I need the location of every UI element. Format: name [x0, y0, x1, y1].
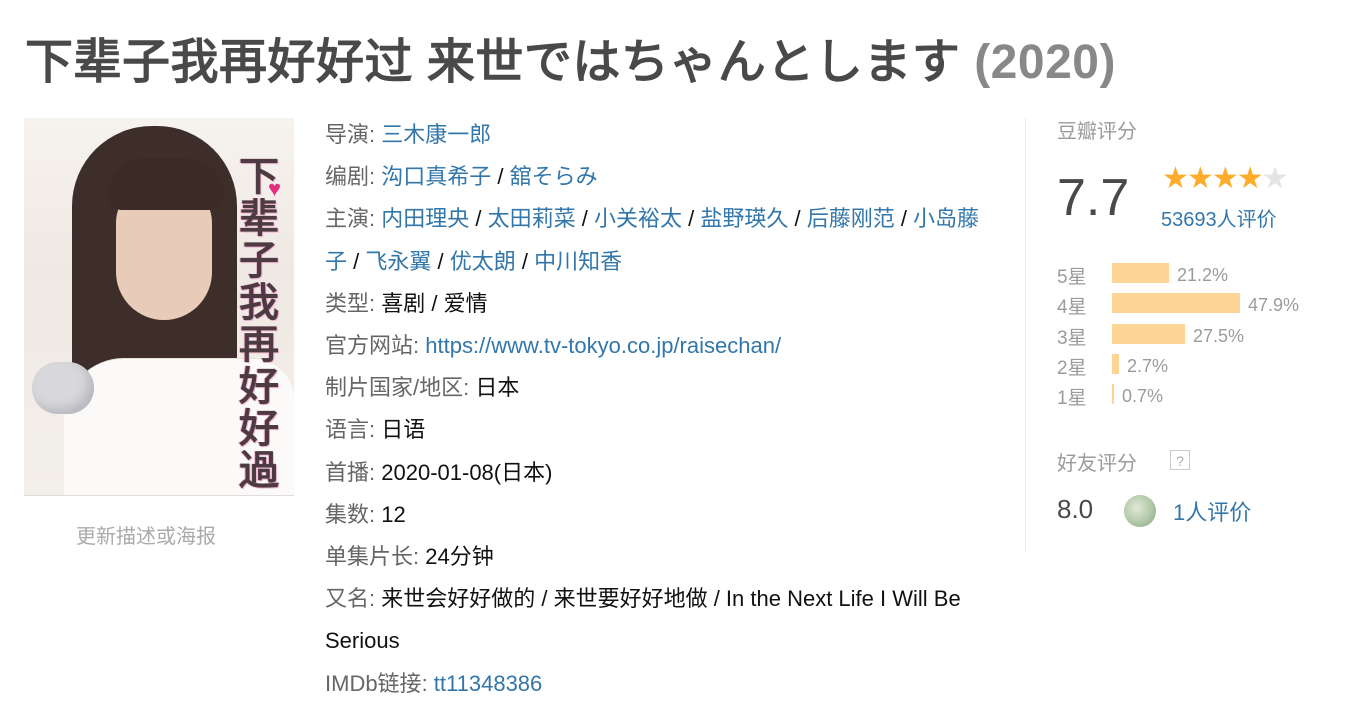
- distribution-bar: [1112, 353, 1119, 374]
- page-title: 下辈子我再好好过 来世ではちゃんとします (2020): [25, 22, 1116, 92]
- release-year: (2020): [974, 36, 1116, 89]
- rating-votes-link[interactable]: 53693人评价: [1161, 203, 1277, 232]
- writer-link[interactable]: 舘そらみ: [510, 164, 598, 189]
- site-label: 官方网站: [325, 333, 414, 359]
- runtime-value: 24分钟: [425, 544, 494, 570]
- poster-title-art: 下辈子我再好好過: [239, 155, 279, 493]
- episodes-label: 集数: [325, 501, 370, 527]
- aka-label: 又名: [325, 586, 370, 612]
- star-full-icon: ★: [1236, 162, 1264, 195]
- friends-rating-label: 好友评分: [1057, 453, 1137, 475]
- cast-link[interactable]: 太田莉菜: [488, 206, 576, 231]
- help-icon[interactable]: ?: [1170, 450, 1190, 470]
- official-site-link[interactable]: https://www.tv-tokyo.co.jp/raisechan/: [425, 333, 781, 358]
- distribution-bar: [1112, 263, 1169, 283]
- cast-link[interactable]: 飞永翼: [365, 249, 431, 274]
- genre-value: 喜剧 / 爱情: [381, 290, 488, 316]
- genre-row: 类型: 喜剧 / 爱情: [325, 290, 488, 316]
- country-label: 制片国家/地区: [325, 375, 464, 401]
- cast-link[interactable]: 小关裕太: [594, 206, 682, 231]
- friends-score: 8.0: [1057, 494, 1094, 524]
- imdb-link[interactable]: tt11348386: [434, 671, 542, 696]
- episodes-value: 12: [381, 501, 406, 527]
- rating-label: 豆瓣评分: [1057, 121, 1137, 143]
- poster-microphone: [32, 362, 94, 414]
- premiere-label: 首播: [325, 459, 370, 485]
- premiere-value: 2020-01-08(日本): [381, 459, 553, 485]
- avatar[interactable]: [1124, 495, 1156, 527]
- rating-stars: ★★★★★: [1162, 161, 1289, 196]
- star-full-icon: ★: [1211, 162, 1239, 195]
- language-label: 语言: [325, 417, 370, 443]
- language-row: 语言: 日语: [325, 417, 426, 443]
- distribution-bar: [1112, 323, 1185, 344]
- heart-icon: ♥: [268, 176, 282, 201]
- distribution-star-label: 3星: [1057, 327, 1087, 349]
- language-value: 日语: [381, 417, 426, 443]
- cast-link[interactable]: 盐野瑛久: [700, 206, 788, 231]
- director-label: 导演: [325, 122, 370, 147]
- distribution-percent: 2.7%: [1127, 355, 1169, 376]
- runtime-row: 单集片长: 24分钟: [325, 544, 494, 570]
- distribution-bar: [1112, 384, 1114, 405]
- site-row: 官方网站: https://www.tv-tokyo.co.jp/raisech…: [325, 333, 782, 359]
- distribution-percent: 47.9%: [1248, 295, 1300, 316]
- director-link[interactable]: 三木康一郎: [381, 122, 491, 147]
- star-full-icon: ★: [1186, 162, 1214, 195]
- distribution-bar: [1112, 293, 1240, 314]
- runtime-label: 单集片长: [325, 544, 414, 570]
- aka-value: 来世会好好做的 / 来世要好好地做 / In the Next Life I W…: [325, 586, 961, 654]
- cast-label: 主演: [325, 206, 370, 232]
- imdb-label: IMDb链接: [325, 670, 422, 696]
- distribution-percent: 21.2%: [1177, 265, 1229, 285]
- poster-bangs: [108, 158, 224, 210]
- distribution-percent: 0.7%: [1122, 386, 1164, 407]
- episodes-row: 集数: 12: [325, 501, 406, 527]
- info-panel: 导演: 三木康一郎 编剧: 沟口真希子 / 舘そらみ 主演: 内田理央 / 太田…: [325, 114, 995, 705]
- distribution-star-label: 4星: [1057, 297, 1087, 319]
- distribution-star-label: 2星: [1057, 357, 1087, 379]
- vertical-divider: [1025, 118, 1026, 553]
- writers-row: 编剧: 沟口真希子 / 舘そらみ: [325, 164, 598, 190]
- cast-link[interactable]: 内田理央: [381, 206, 469, 231]
- distribution-star-label: 5星: [1057, 267, 1087, 288]
- distribution-star-label: 1星: [1057, 388, 1087, 410]
- cast-link[interactable]: 优太朗: [450, 249, 516, 274]
- cast-row: 主演: 内田理央 / 太田莉菜 / 小关裕太 / 盐野瑛久 / 后藤刚范 / 小…: [325, 206, 980, 274]
- friends-count-link[interactable]: 1人评价: [1173, 495, 1251, 527]
- writer-link[interactable]: 沟口真希子: [381, 164, 491, 189]
- writers-label: 编剧: [325, 164, 370, 190]
- update-poster-link[interactable]: 更新描述或海报: [76, 520, 216, 549]
- country-value: 日本: [475, 375, 520, 401]
- director-row: 导演: 三木康一郎: [325, 122, 492, 147]
- premiere-row: 首播: 2020-01-08(日本): [325, 459, 553, 485]
- star-full-icon: ★: [1162, 162, 1189, 195]
- cast-link[interactable]: 中川知香: [534, 249, 622, 274]
- title-text: 下辈子我再好好过 来世ではちゃんとします: [25, 36, 961, 89]
- distribution-percent: 27.5%: [1193, 325, 1245, 346]
- country-row: 制片国家/地区: 日本: [325, 375, 520, 401]
- rating-score: 7.7: [1057, 169, 1130, 227]
- imdb-row: IMDb链接: tt11348386: [325, 670, 543, 696]
- star-empty-icon: ★: [1261, 162, 1289, 195]
- cast-link[interactable]: 后藤刚范: [807, 206, 895, 231]
- aka-row: 又名: 来世会好好做的 / 来世要好好地做 / In the Next Life…: [325, 586, 961, 654]
- genre-label: 类型: [325, 290, 370, 316]
- poster-image[interactable]: 下辈子我再好好過 ♥: [24, 118, 294, 496]
